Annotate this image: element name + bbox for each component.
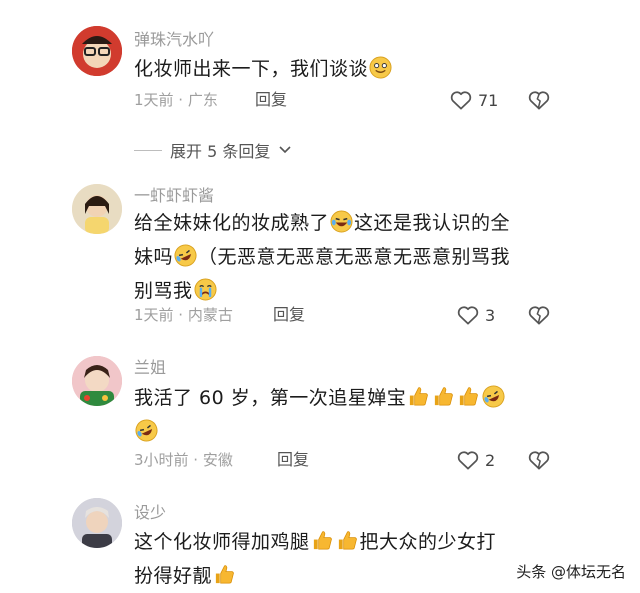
username[interactable]: 弹珠汽水吖 [134, 30, 214, 50]
rolling-laughing-icon [174, 244, 197, 267]
avatar[interactable] [72, 184, 122, 234]
like-count: 2 [485, 450, 496, 470]
thumbs-up-icon [432, 385, 455, 408]
like-count: 3 [485, 305, 496, 325]
comment-text-segment: 扮得好靓 [134, 565, 213, 587]
comment-text: 这个化妆师得加鸡腿 把大众的少女打 扮得好靓 [134, 525, 554, 593]
username[interactable]: 一虾虾虾酱 [134, 186, 214, 206]
comment-text: 我活了 60 岁，第一次追星婵宝 [134, 381, 554, 449]
comment-text-segment: 我活了 60 岁，第一次追星婵宝 [134, 387, 407, 409]
comment-text-segment: 给全妹妹化的妆成熟了 [134, 212, 330, 234]
comment-meta: 3小时前 · 安徽 [134, 451, 233, 469]
like-button[interactable]: 71 [448, 87, 498, 113]
chevron-down-icon [279, 146, 291, 154]
expand-replies-button[interactable]: 展开 5 条回复 [134, 138, 292, 162]
reply-button[interactable]: 回复 [277, 450, 309, 470]
thumbs-up-icon [213, 563, 236, 586]
broken-heart-icon[interactable] [526, 87, 552, 113]
comment-text: 给全妹妹化的妆成熟了 这还是我认识的全 妹吗 （无恶意无恶意无恶意无恶意别骂我 别骂… [134, 206, 554, 308]
reply-button[interactable]: 回复 [255, 90, 287, 110]
heart-outline-icon [455, 447, 481, 473]
comment-text-segment: 别骂我 [134, 280, 193, 302]
like-count: 71 [478, 90, 499, 110]
crying-face-icon [194, 278, 217, 301]
comment-text-segment: 把大众的少女打 [359, 531, 497, 553]
like-button[interactable]: 2 [455, 447, 495, 473]
thumbs-up-icon [311, 529, 334, 552]
rolling-laughing-icon [482, 385, 505, 408]
thumbs-up-icon [407, 385, 430, 408]
comment-text-segment: 化妆师出来一下，我们谈谈 [134, 58, 369, 80]
divider-line [134, 149, 162, 151]
watermark: 头条 @体坛无名 [516, 563, 626, 581]
comment-text-segment: 妹吗 [134, 246, 174, 268]
comment-text-segment: （无恶意无恶意无恶意无恶意别骂我 [198, 246, 511, 268]
avatar[interactable] [72, 26, 122, 76]
like-button[interactable]: 3 [455, 302, 495, 328]
username[interactable]: 设少 [134, 503, 166, 523]
reply-button[interactable]: 回复 [273, 305, 305, 325]
broken-heart-icon[interactable] [526, 302, 552, 328]
username[interactable]: 兰姐 [134, 358, 166, 378]
avatar[interactable] [72, 356, 122, 406]
comment-meta: 1天前 · 内蒙古 [134, 306, 233, 324]
comment-text-segment: 这还是我认识的全 [354, 212, 511, 234]
heart-outline-icon [448, 87, 474, 113]
avatar[interactable] [72, 498, 122, 548]
broken-heart-icon[interactable] [526, 447, 552, 473]
comment-meta: 1天前 · 广东 [134, 91, 218, 109]
smiling-face-icon [369, 56, 392, 79]
expand-replies-label: 展开 5 条回复 [170, 142, 271, 161]
heart-outline-icon [455, 302, 481, 328]
thumbs-up-icon [457, 385, 480, 408]
comment-text: 化妆师出来一下，我们谈谈 [134, 52, 554, 86]
rolling-laughing-icon [135, 419, 158, 442]
thumbs-up-icon [336, 529, 359, 552]
tears-of-joy-icon [330, 210, 353, 233]
comment-text-segment: 这个化妆师得加鸡腿 [134, 531, 310, 553]
